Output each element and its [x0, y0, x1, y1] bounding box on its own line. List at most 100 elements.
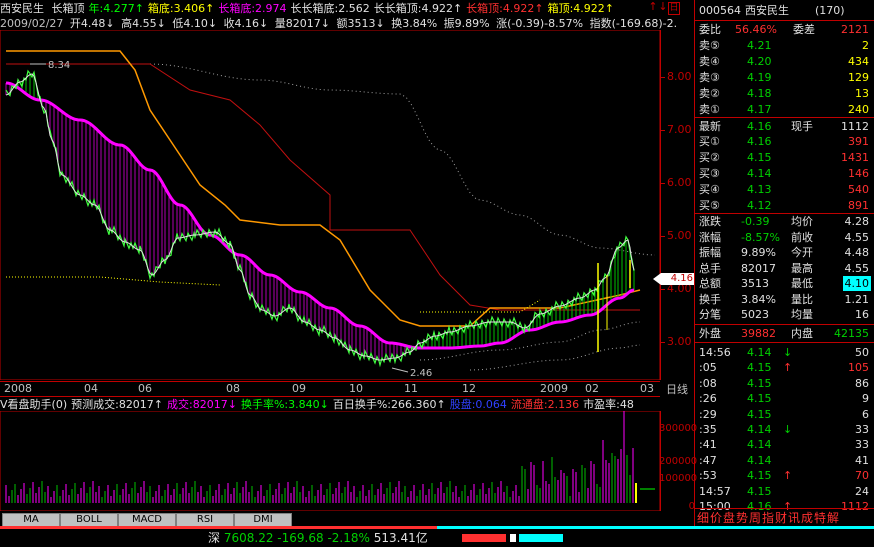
tick-volume: 41	[855, 453, 869, 467]
info-amplitude: 振9.89%	[443, 17, 490, 30]
indicator-title-bar: 西安民生 长箱顶 年:4.277↑ 箱底:3.406↑ 长箱底:2.974 长长箱底:2…	[0, 0, 690, 17]
sells-label: 卖③	[699, 71, 720, 84]
period-label[interactable]: 日线	[660, 381, 694, 397]
price-chart[interactable]: 8.34 2.46	[0, 30, 660, 380]
price-tick	[661, 236, 665, 237]
sells-price: 4.19	[747, 71, 772, 84]
indicator-value: 长长箱底:2.562	[290, 2, 370, 15]
date-tick-label: 10	[349, 382, 363, 395]
date-tick-label: 06	[138, 382, 152, 395]
tick-direction: ↑	[783, 469, 793, 483]
sells-volume: 2	[862, 39, 869, 52]
stock-name: 西安民生	[0, 2, 44, 15]
tick-price: 4.14	[747, 453, 772, 467]
current-price-tag: 4.16	[653, 273, 695, 285]
stock-code: 000564	[699, 4, 741, 17]
tab-macd[interactable]: MACD	[118, 513, 176, 527]
tick-volume: 33	[855, 438, 869, 452]
panel-stock-count: (170)	[815, 4, 845, 17]
stat-label: 最低	[791, 277, 813, 290]
stat-value: 1.21	[844, 292, 870, 306]
arrow-down-icon[interactable]: ↓	[658, 0, 668, 13]
index-amount: 513.41亿	[373, 531, 428, 545]
stat-label: 分笔	[699, 308, 721, 321]
quote-panel: 000564 西安民生 (170) 委比 56.46% 委差 2121 卖⑤ 4.…	[694, 0, 874, 526]
tick-price: 4.14	[747, 423, 772, 436]
volume-indicator-value: 股盘:0.064	[449, 398, 507, 411]
info-high: 高4.55↓	[121, 17, 166, 30]
tick-price: 4.15	[747, 361, 772, 375]
chart-toolbar: ↑↓ 日	[648, 0, 680, 16]
tick-volume: 24	[855, 484, 869, 498]
buys-volume: 1431	[841, 151, 869, 164]
volume-axis: 300000 200000 100000 0	[659, 411, 698, 512]
tick-price: 4.14	[747, 346, 772, 359]
stat-value: 4.10	[842, 276, 871, 291]
latest-price: 4.16	[747, 120, 772, 133]
latest-label: 最新	[699, 120, 721, 133]
price-tick-label: 5.00	[667, 229, 692, 242]
tab-dmi[interactable]: DMI	[234, 513, 292, 527]
tab-ma[interactable]: MA	[2, 513, 60, 527]
panel-function-tabs[interactable]: 细价盘势周指财讯成特解	[695, 508, 874, 527]
tick-row: 14:56 4.14 ↓ 50	[695, 345, 874, 360]
tick-direction: ↓	[783, 346, 793, 359]
stat-row: 总手 82017 最高 4.55	[695, 261, 874, 276]
volume-indicator-value: 成交:82017↓	[167, 398, 237, 411]
tick-volume: 9	[862, 392, 869, 406]
date-tick-label: 04	[84, 382, 98, 395]
sells-label: 卖④	[699, 55, 720, 68]
stat-value: 9.89%	[741, 246, 776, 259]
weibi-value: 56.46%	[735, 23, 777, 36]
tab-rsi[interactable]: RSI	[176, 513, 234, 527]
tick-row: 14:57 4.15 24	[695, 484, 874, 499]
stat-label: 总额	[699, 277, 721, 290]
buys-volume: 891	[848, 199, 869, 212]
tick-direction: ↓	[783, 423, 793, 436]
tick-row: :08 4.15 86	[695, 376, 874, 391]
price-tick	[661, 77, 665, 78]
volume-chart[interactable]	[0, 411, 660, 511]
sells-volume: 13	[855, 87, 869, 100]
buys-row: 买⑤ 4.12 891	[695, 198, 874, 214]
price-axis: 8.00 7.00 6.00 5.00 4.00 3.00 4.16	[653, 30, 695, 380]
sells-label: 卖②	[699, 87, 720, 100]
indicator-value: 箱顶:4.922↑	[547, 2, 615, 15]
tick-row: :26 4.15 9	[695, 391, 874, 406]
volume-indicator-value: 换手率%:3.840↓	[240, 398, 329, 411]
price-tick-label: 6.00	[667, 176, 692, 189]
date-tick-label: 08	[226, 382, 240, 395]
stat-value: 5023	[741, 308, 769, 321]
sells-volume: 129	[848, 71, 869, 84]
low-marker: 2.46	[410, 368, 432, 379]
stat-row: 总额 3513 最低 4.10	[695, 276, 874, 291]
status-bar: 深 7608.22 -169.68 -2.18% 513.41亿	[0, 526, 874, 547]
price-tick-label: 7.00	[667, 123, 692, 136]
weicha-value: 2121	[841, 23, 869, 36]
volume-tick-label: 200000	[659, 456, 698, 467]
tick-time: :26	[699, 392, 717, 406]
date-tick-label: 11	[404, 382, 418, 395]
sells-price: 4.21	[747, 39, 772, 52]
buys-volume: 146	[848, 167, 869, 180]
arrow-up-icon[interactable]: ↑	[648, 0, 658, 13]
info-low: 低4.10↓	[172, 17, 218, 30]
date-tick-label: 02	[585, 382, 599, 395]
stat-label: 最高	[791, 261, 813, 275]
day-period-icon[interactable]: 日	[668, 2, 680, 15]
stat-label: 换手	[699, 292, 721, 306]
waipan-value: 39882	[741, 327, 776, 340]
tick-volume: 86	[855, 376, 869, 390]
tick-volume: 6	[862, 407, 869, 421]
price-tick-label: 3.00	[667, 335, 692, 348]
info-close: 收4.16↓	[223, 17, 269, 30]
stat-row: 分笔 5023 均量 16	[695, 307, 874, 322]
date-tick-label: 09	[292, 382, 306, 395]
indicator-value: 长箱顶:4.922↑	[466, 2, 544, 15]
volume-indicator-value: 市盈率:48	[583, 398, 634, 411]
sells-volume: 434	[848, 55, 869, 68]
tab-boll[interactable]: BOLL	[60, 513, 118, 527]
market-label: 深	[208, 531, 221, 545]
tick-time: :05	[699, 361, 717, 375]
buys-label: 买③	[699, 167, 720, 180]
